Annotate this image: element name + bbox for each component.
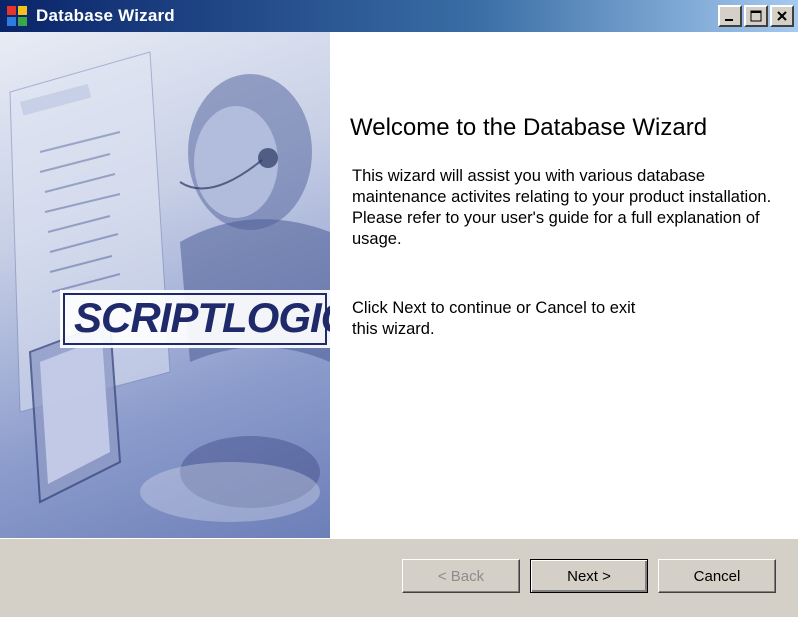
wizard-content-panel: Welcome to the Database Wizard This wiza… xyxy=(330,32,798,538)
banner-illustration xyxy=(9,51,330,522)
close-button[interactable] xyxy=(770,5,794,27)
window-controls xyxy=(718,5,794,27)
close-icon xyxy=(777,11,787,21)
wizard-banner-image: SCRIPTLOGIC xyxy=(0,32,330,538)
page-title: Welcome to the Database Wizard xyxy=(350,114,708,141)
app-icon xyxy=(6,5,28,27)
maximize-button[interactable] xyxy=(744,5,768,27)
maximize-icon xyxy=(750,10,762,22)
minimize-button[interactable] xyxy=(718,5,742,27)
minimize-icon xyxy=(725,19,733,21)
window-title: Database Wizard xyxy=(36,6,175,25)
title-bar[interactable]: Database Wizard xyxy=(0,0,798,32)
wizard-description: This wizard will assist you with various… xyxy=(352,167,772,248)
next-button[interactable]: Next > xyxy=(530,559,648,593)
database-wizard-window: Database Wizard SCRIPTLOGIC Welcome to t… xyxy=(0,0,798,617)
wizard-instruction: Click Next to continue or Cancel to exit… xyxy=(352,299,636,338)
scriptlogic-logo: SCRIPTLOGIC xyxy=(74,294,330,341)
back-button[interactable]: < Back xyxy=(402,559,520,593)
wizard-button-bar: < Back Next > Cancel xyxy=(0,538,798,617)
cancel-button[interactable]: Cancel xyxy=(658,559,776,593)
